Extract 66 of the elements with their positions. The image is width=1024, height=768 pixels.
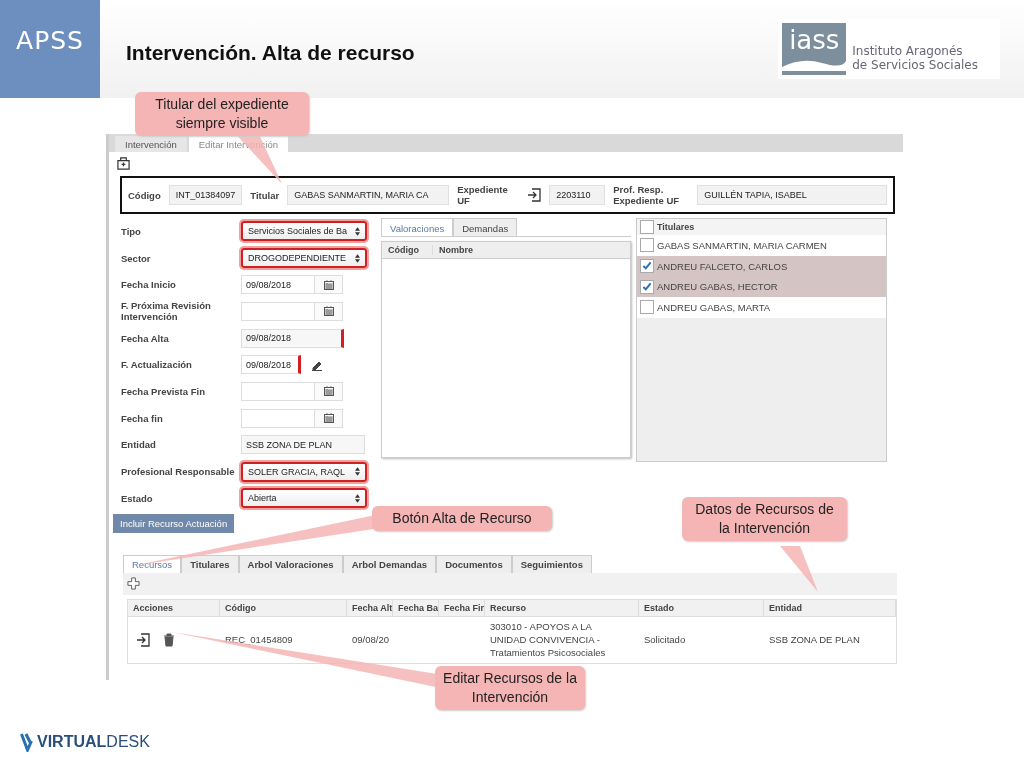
table-cell-text: REC_01454809	[224, 634, 294, 646]
field-label: Código	[128, 189, 161, 201]
column-header: Estado	[639, 599, 764, 616]
date-field[interactable]: 09/08/2018	[241, 355, 301, 375]
callout: Botón Alta de Recurso	[372, 506, 552, 531]
header-field[interactable]: GABAS SANMARTIN, MARIA CA	[287, 185, 450, 205]
column-header: Entidad	[764, 599, 896, 616]
column-header: Acciones	[128, 599, 220, 616]
callout: Editar Recursos de la Intervención	[435, 666, 585, 710]
date-field[interactable]: 09/08/2018	[241, 275, 315, 295]
tab[interactable]: Demandas	[453, 218, 518, 236]
field-label: F. Próxima Revisión Intervención	[121, 300, 212, 323]
field-label: Fecha Alta	[121, 332, 170, 344]
holder-name: GABAS SANMARTIN, MARIA CARMEN	[657, 239, 827, 251]
input-field[interactable]: 09/08/2018	[241, 328, 344, 348]
table-cell-text: Solicitado	[643, 634, 687, 646]
field-label: Tipo	[121, 225, 142, 237]
column-header: Nombre	[438, 245, 474, 255]
holder-name: ANDREU FALCETO, CARLOS	[657, 260, 788, 272]
column-header: Titulares	[657, 222, 695, 232]
header-field[interactable]: INT_01384097	[168, 185, 243, 205]
select-field[interactable]: Abierta	[241, 488, 367, 509]
select-field[interactable]: DROGODEPENDIENTE	[241, 248, 367, 269]
table-cell-text: 303010 - APOYOS A LA UNIDAD CONVIVENCIA - Tratamientos Psicosociales	[489, 620, 607, 660]
column-header: Fecha Alt	[347, 599, 393, 616]
field-label: Profesional Responsable	[121, 466, 236, 478]
field-label: Entidad	[121, 439, 157, 451]
column-header: Fecha Ba	[393, 599, 439, 616]
field-label: Fecha Prevista Fin	[121, 385, 206, 397]
slide-title: Intervención. Alta de recurso	[126, 41, 416, 65]
callout: Datos de Recursos de la Intervención	[682, 497, 847, 541]
tab[interactable]: Arbol Valoraciones	[238, 554, 343, 573]
tab[interactable]: Intervención	[115, 136, 187, 152]
logo-text: Instituto Aragonés	[852, 44, 964, 58]
field-label: F. Actualización	[121, 359, 193, 371]
include-resource-button[interactable]: Incluir Recurso Actuación	[113, 513, 235, 533]
tab[interactable]: Recursos	[123, 554, 182, 573]
logo-mark: iass	[782, 23, 847, 75]
input-field: SSB ZONA DE PLAN	[241, 435, 365, 455]
logo-text: de Servicios Sociales	[852, 58, 978, 72]
field-label: Expediente UF	[457, 184, 509, 206]
holder-name: ANDREU GABAS, HECTOR	[657, 281, 778, 293]
field-label: Fecha Inicio	[121, 279, 177, 291]
field-label: Estado	[121, 492, 154, 504]
select-field[interactable]: SOLER GRACIA, RAQL	[241, 461, 367, 482]
tab[interactable]: Valoraciones	[381, 218, 454, 236]
tab[interactable]: Arbol Demandas	[342, 554, 437, 573]
brand-name: VIRTUALDESK	[37, 733, 150, 751]
section-badge: APSS	[0, 0, 100, 98]
header-field[interactable]: 2203110	[549, 185, 606, 205]
field-label: Sector	[121, 252, 152, 264]
field-label: Titular	[250, 189, 280, 201]
field-label: Fecha fin	[121, 412, 164, 424]
tab[interactable]: Seguimientos	[511, 554, 592, 573]
table-cell-text: 09/08/20	[351, 634, 390, 646]
holder-name: ANDREU GABAS, MARTA	[657, 301, 771, 313]
field-label: Prof. Resp. Expediente UF	[613, 184, 681, 206]
column-header: Código	[220, 599, 347, 616]
column-header: Código	[382, 245, 433, 255]
column-header: Fecha Fir	[439, 599, 485, 616]
header-field[interactable]: GUILLÉN TAPIA, ISABEL	[697, 185, 887, 205]
tab[interactable]: Documentos	[436, 554, 512, 573]
tab[interactable]: Titulares	[181, 554, 239, 573]
select-field[interactable]: Servicios Sociales de Ba	[241, 221, 367, 242]
column-header: Recurso	[485, 599, 639, 616]
table-cell-text: SSB ZONA DE PLAN	[768, 634, 861, 646]
